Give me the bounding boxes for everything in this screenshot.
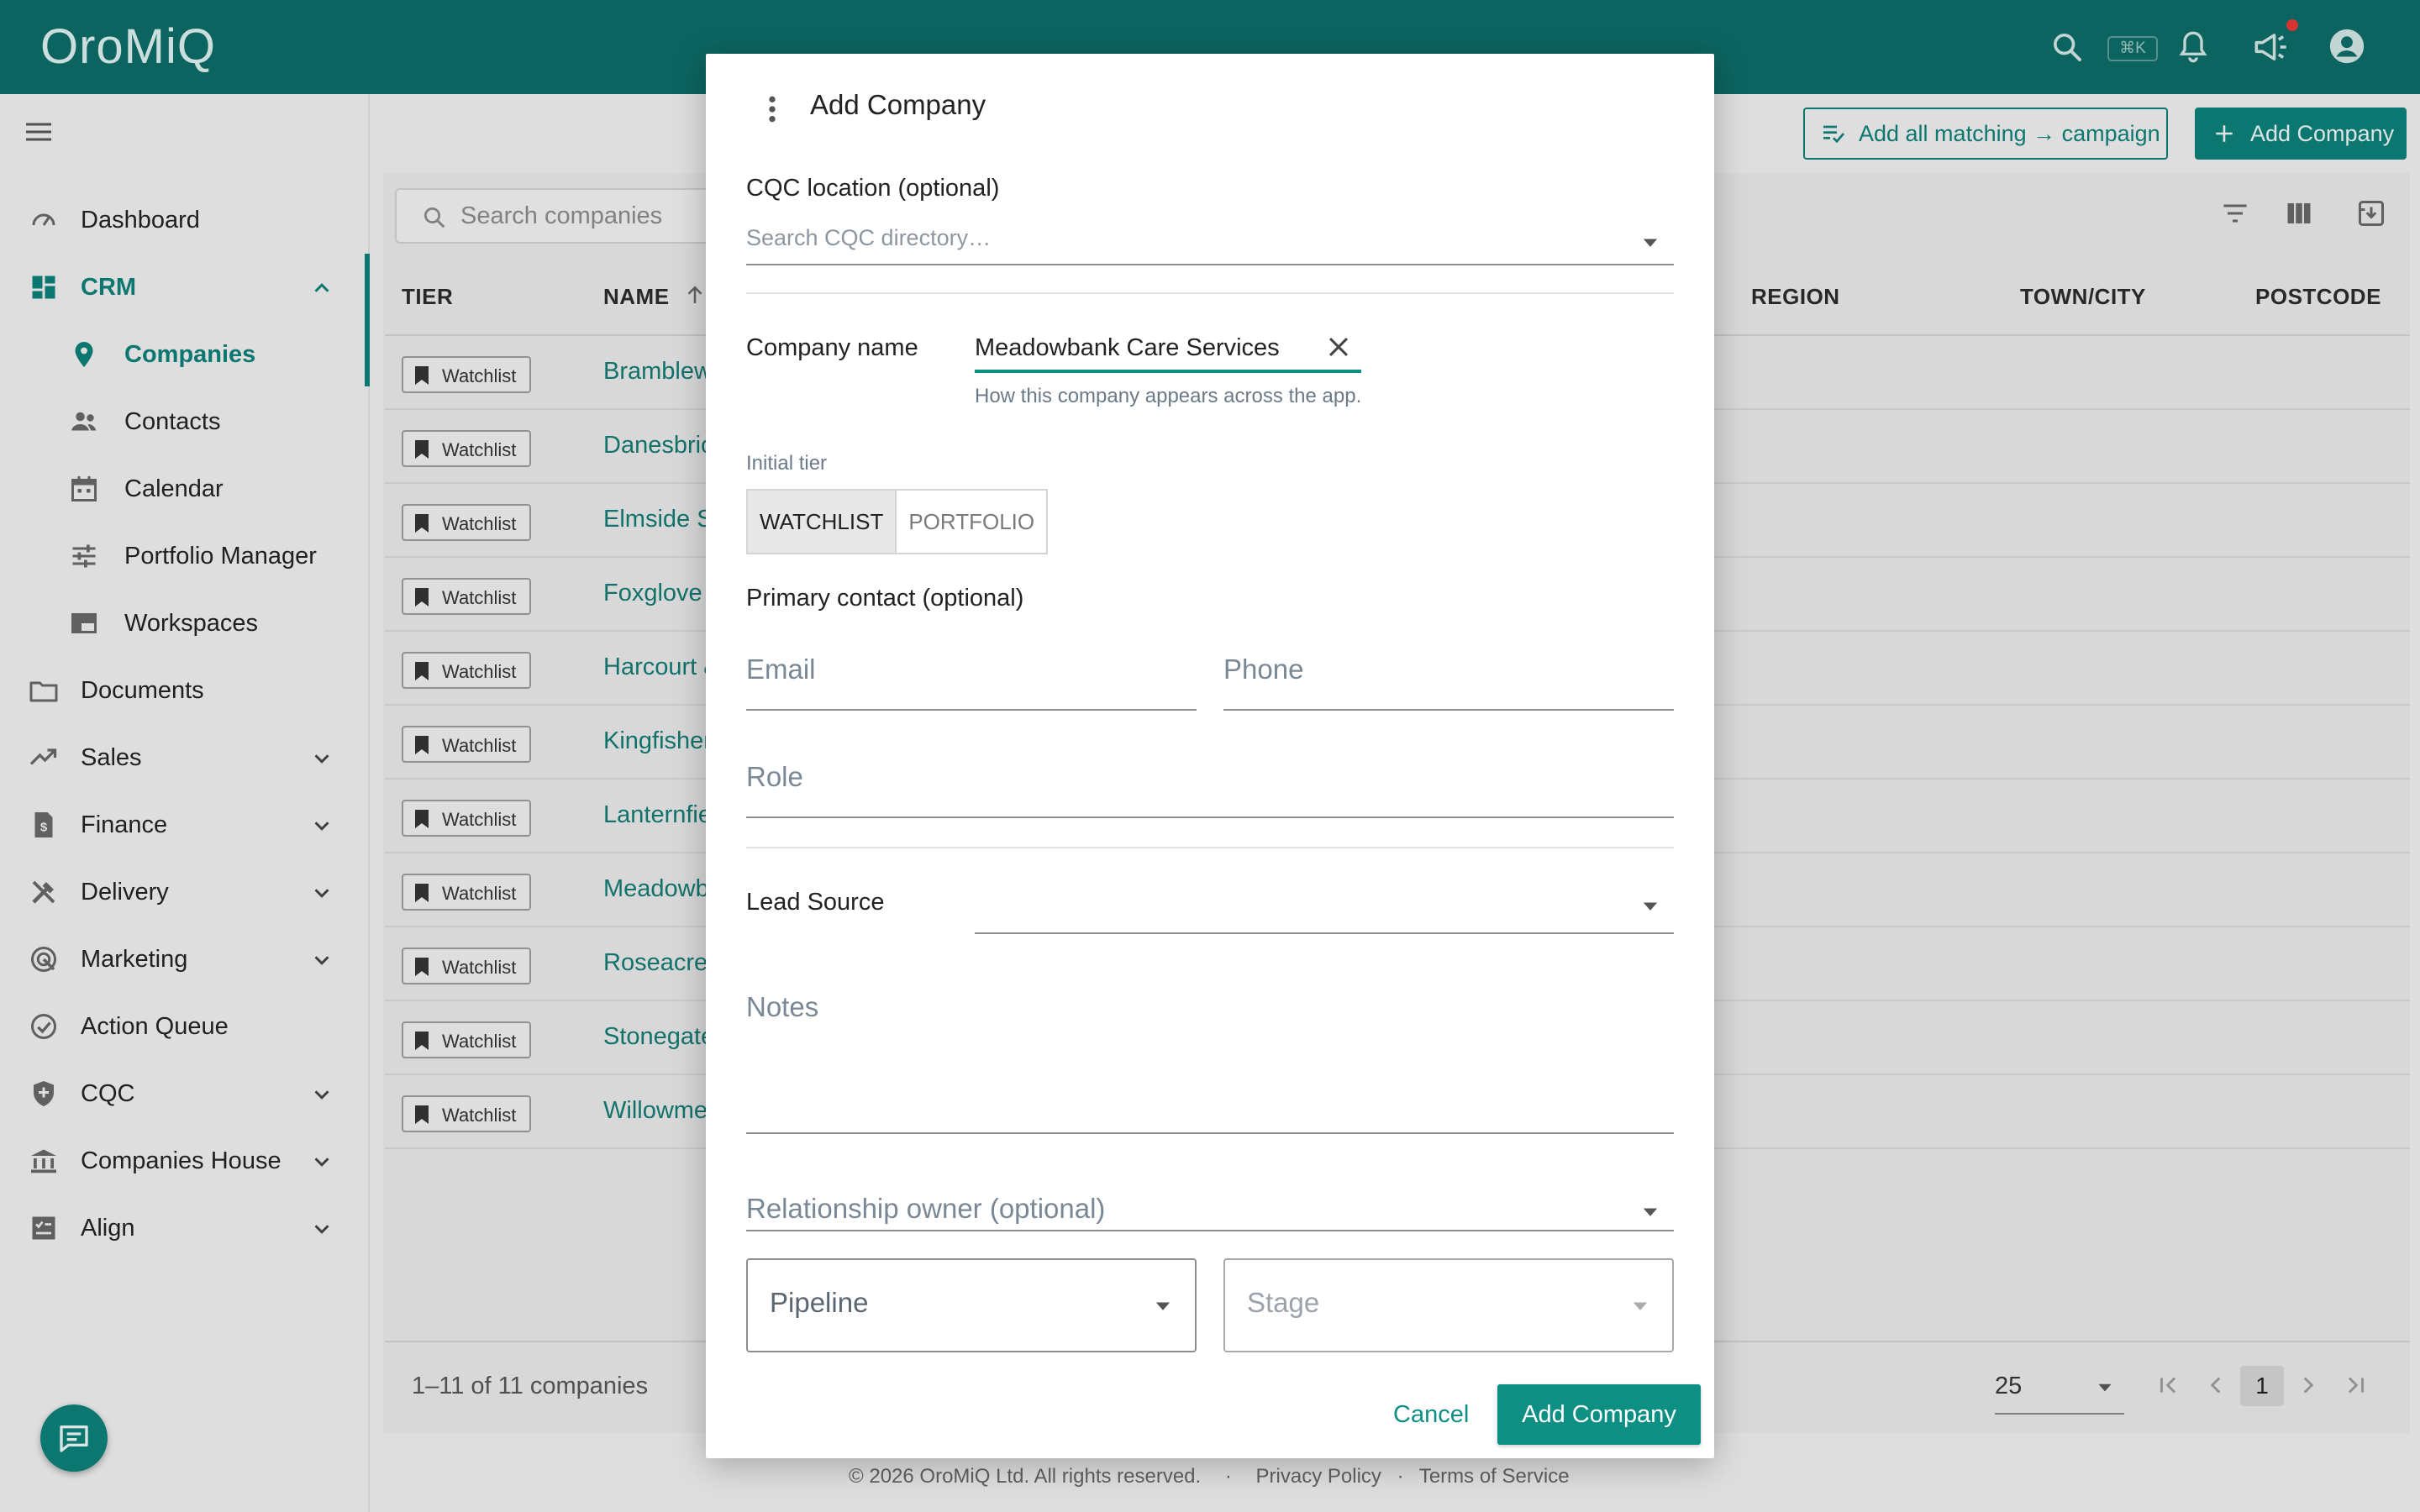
cqc-location-select[interactable]: Search CQC directory…	[746, 223, 1674, 265]
lead-source-label: Lead Source	[746, 889, 885, 916]
section-divider	[746, 292, 1674, 294]
role-underline	[746, 816, 1674, 818]
dialog-title: Add Company	[810, 89, 986, 120]
cqc-location-label: CQC location (optional)	[746, 175, 1000, 202]
notes-placeholder: Notes	[746, 991, 819, 1022]
section-divider	[746, 847, 1674, 848]
role-placeholder: Role	[746, 761, 803, 792]
email-underline	[746, 709, 1197, 711]
relationship-owner-select[interactable]: Relationship owner (optional)	[746, 1188, 1674, 1242]
more-vert-icon[interactable]	[768, 92, 776, 126]
phone-placeholder: Phone	[1223, 654, 1304, 685]
caret-down-icon	[1151, 1294, 1175, 1317]
add-company-dialog: Add Company CQC location (optional) Sear…	[706, 54, 1714, 1458]
phone-underline	[1223, 709, 1674, 711]
initial-tier-label: Initial tier	[746, 452, 828, 475]
cqc-placeholder: Search CQC directory…	[746, 225, 992, 250]
lead-source-select[interactable]	[975, 882, 1674, 932]
stage-select[interactable]: Stage	[1223, 1258, 1674, 1352]
caret-down-icon	[1639, 894, 1662, 917]
pipeline-placeholder: Pipeline	[770, 1287, 869, 1318]
cancel-button[interactable]: Cancel	[1393, 1401, 1469, 1429]
stage-placeholder: Stage	[1247, 1287, 1320, 1318]
tier-toggle-group: WATCHLIST PORTFOLIO	[746, 489, 1049, 554]
owner-underline	[746, 1230, 1674, 1231]
phone-field[interactable]: Phone	[1223, 650, 1674, 707]
company-name-focus-underline	[975, 370, 1361, 373]
primary-contact-label: Primary contact (optional)	[746, 585, 1024, 612]
email-field[interactable]: Email	[746, 650, 1197, 707]
notes-underline	[746, 1132, 1674, 1134]
role-field[interactable]: Role	[746, 758, 1674, 815]
tier-option-watchlist[interactable]: WATCHLIST	[748, 491, 897, 553]
clear-icon[interactable]	[1324, 333, 1353, 361]
company-name-label: Company name	[746, 334, 918, 361]
pipeline-select[interactable]: Pipeline	[746, 1258, 1197, 1352]
add-company-submit-button[interactable]: Add Company	[1497, 1384, 1701, 1445]
caret-down-icon	[1639, 1200, 1662, 1223]
caret-down-icon	[1639, 230, 1662, 254]
cqc-underline	[746, 264, 1674, 265]
company-name-value: Meadowbank Care Services	[975, 334, 1280, 361]
tier-option-portfolio[interactable]: PORTFOLIO	[897, 491, 1046, 553]
lead-source-underline	[975, 932, 1674, 934]
notes-textarea[interactable]: Notes	[746, 988, 1674, 1183]
owner-placeholder: Relationship owner (optional)	[746, 1193, 1106, 1224]
caret-down-icon	[1628, 1294, 1652, 1317]
company-name-hint: How this company appears across the app.	[975, 385, 1362, 407]
company-name-input[interactable]: Meadowbank Care Services	[975, 319, 1361, 371]
email-placeholder: Email	[746, 654, 816, 685]
